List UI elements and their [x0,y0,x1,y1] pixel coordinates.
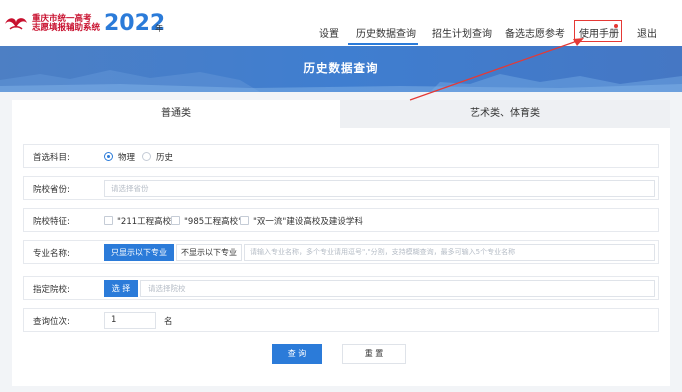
province-placeholder: 请选择省份 [111,184,149,193]
show-only-majors-button[interactable]: 只显示以下专业 [104,244,174,261]
active-nav-indicator [348,43,418,45]
reset-button[interactable]: 重 置 [342,344,406,364]
site-logo[interactable]: 重庆市统一高考 志愿填报辅助系统 2022 年 [4,12,165,35]
province-select[interactable] [104,180,655,197]
school-row: 指定院校: 选 择 请选择院校 [23,276,659,300]
query-button[interactable]: 查 询 [272,344,322,364]
nav-enrollment-plan[interactable]: 招生计划查询 [432,25,492,40]
logo-emblem-icon [5,18,27,30]
checkbox-211-label[interactable]: "211工程高校" [117,215,175,227]
rank-label: 查询位次: [33,317,70,327]
notification-dot [614,24,618,28]
query-panel: 普通类 艺术类、体育类 首选科目: 物理 历史 院校省份: 请选择省份 院校特征… [12,100,670,386]
major-placeholder: 请输入专业名称，多个专业请用逗号","分割，支持模糊查询，最多可输入5个专业名称 [250,248,516,256]
subject-label: 首选科目: [33,153,70,163]
rank-unit: 名 [164,317,173,327]
nav-settings[interactable]: 设置 [319,25,339,40]
school-label: 指定院校: [33,285,70,295]
radio-history[interactable] [142,152,151,161]
major-label: 专业名称: [33,249,70,259]
select-school-button[interactable]: 选 择 [104,280,138,297]
province-label: 院校省份: [33,185,70,195]
subject-row: 首选科目: 物理 历史 [23,144,659,168]
checkbox-double-first-class[interactable] [240,216,249,225]
logo-year-suffix: 年 [155,24,163,34]
feature-label: 院校特征: [33,217,70,227]
checkbox-985[interactable] [171,216,180,225]
rank-value: 1 [111,315,117,325]
category-tabs: 普通类 艺术类、体育类 [12,100,670,128]
nav-alternate-reference[interactable]: 备选志愿参考 [505,25,565,40]
school-input[interactable] [140,280,655,297]
radio-physics[interactable] [104,152,113,161]
hide-majors-button[interactable]: 不显示以下专业 [176,244,242,261]
top-header: 重庆市统一高考 志愿填报辅助系统 2022 年 设置 历史数据查询 招生计划查询… [0,0,682,46]
feature-row: 院校特征: "211工程高校" "985工程高校" "双一流"建设高校及建设学科 [23,208,659,232]
checkbox-double-first-class-label[interactable]: "双一流"建设高校及建设学科 [253,215,363,227]
rank-row: 查询位次: 1 名 [23,308,659,332]
logo-line2: 志愿填报辅助系统 [32,23,101,33]
checkbox-211[interactable] [104,216,113,225]
logo-text: 重庆市统一高考 志愿填报辅助系统 2022 年 [32,12,165,35]
radio-history-label[interactable]: 历史 [156,151,173,163]
checkbox-985-label[interactable]: "985工程高校" [184,215,242,227]
tab-general[interactable]: 普通类 [12,100,340,128]
page-title: 历史数据查询 [303,61,379,75]
school-placeholder: 请选择院校 [148,284,186,293]
province-row: 院校省份: 请选择省份 [23,176,659,200]
radio-physics-label[interactable]: 物理 [118,151,135,163]
nav-logout[interactable]: 退出 [637,25,657,40]
nav-history-query[interactable]: 历史数据查询 [356,25,416,40]
page-banner: 历史数据查询 [0,46,682,92]
tab-arts-sports[interactable]: 艺术类、体育类 [340,100,670,128]
major-row: 专业名称: 只显示以下专业 不显示以下专业 请输入专业名称，多个专业请用逗号",… [23,240,659,264]
